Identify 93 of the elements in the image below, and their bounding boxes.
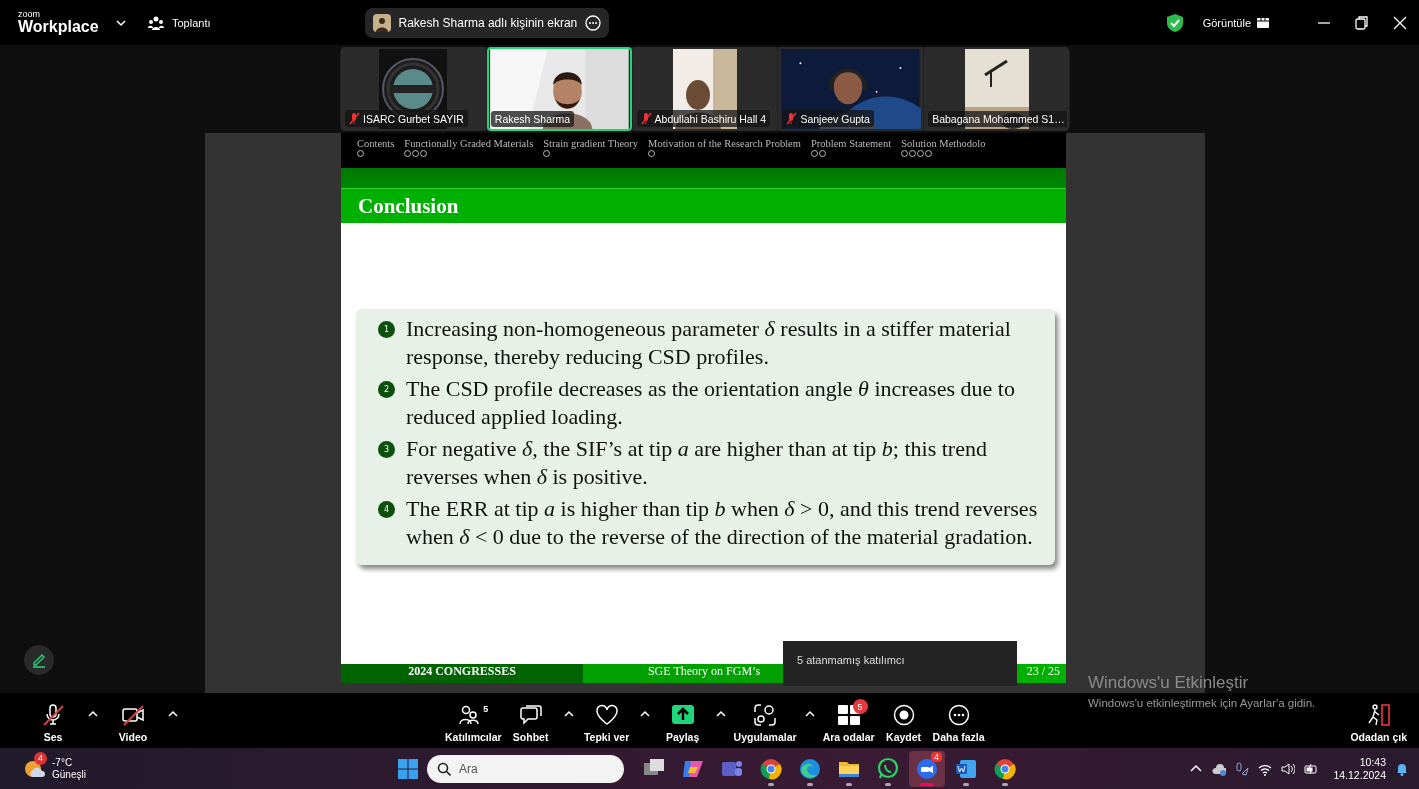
search-field[interactable]: Ara — [427, 754, 624, 783]
search-icon — [437, 761, 451, 776]
close-button[interactable] — [1392, 14, 1408, 31]
video-tile[interactable]: ISARC Gurbet SAYIR — [341, 47, 486, 131]
participant-name: ISARC Gurbet SAYIR — [363, 112, 464, 125]
bullet-number: 3 — [378, 441, 395, 458]
share-banner[interactable]: Rakesh Sharma adlı kişinin ekran — [364, 7, 610, 38]
video-tile[interactable]: Babagana Mohammed S1… — [924, 47, 1069, 131]
activation-title: Windows'u Etkinleştir — [1088, 673, 1250, 693]
chat-icon — [519, 704, 542, 726]
zoom-app-icon — [915, 756, 939, 781]
chrome-icon — [993, 756, 1017, 781]
whatsapp-icon — [876, 756, 900, 781]
breakout-rooms-button[interactable]: 5 Ara odalar — [822, 698, 875, 743]
notifications-button[interactable] — [1395, 761, 1409, 776]
pencil-icon — [31, 652, 47, 668]
battery-button[interactable] — [1304, 761, 1319, 776]
audio-button[interactable]: Ses — [28, 698, 78, 743]
tooltip: 5 atanmamış katılımcı — [783, 641, 1017, 686]
nav-section: Contents — [357, 138, 395, 149]
activation-text: Windows'u etkinleştirmek için Ayarlar'a gidin. — [1088, 697, 1316, 709]
weather-badge: 4 — [34, 751, 47, 765]
date: 14.12.2024 — [1333, 768, 1386, 782]
close-icon — [1392, 14, 1408, 31]
chat-button[interactable]: Sohbet — [505, 698, 556, 743]
taskbar-app[interactable]: 4 — [909, 750, 945, 787]
leave-button[interactable]: Odadan çık — [1350, 698, 1407, 743]
record-icon — [892, 704, 915, 726]
avatar-icon — [372, 13, 391, 32]
minimize-icon — [1318, 21, 1330, 24]
chrome-icon — [759, 756, 783, 781]
annotate-button[interactable] — [24, 645, 54, 675]
banner-text: Rakesh Sharma adlı kişinin ekran — [398, 15, 578, 30]
speaker-icon — [1281, 761, 1296, 776]
logo-title: Workplace — [18, 19, 100, 35]
clock[interactable]: 10:43 14.12.2024 — [1333, 755, 1386, 782]
notification-badge: 4 — [931, 751, 942, 762]
volume-button[interactable] — [1281, 761, 1296, 776]
nav-section: Strain gradient Theory — [543, 138, 639, 149]
weather-condition: Güneşli — [52, 768, 86, 781]
nav-section: Functionally Graded Materials — [404, 138, 534, 149]
apps-button[interactable]: Uygulamalar — [733, 698, 797, 743]
time: 10:43 — [1359, 755, 1386, 769]
nav-section: Solution Methodolo — [901, 138, 986, 149]
record-button[interactable]: Kaydet — [878, 698, 929, 743]
more-icon[interactable] — [585, 14, 602, 31]
participant-name: Sanjeev Gupta — [800, 112, 870, 125]
bullet-text: The CSD profile decreases as the orientation angle θ increases due to reduced applied loading. — [406, 375, 1016, 431]
video-button[interactable]: Video — [108, 698, 158, 743]
participant-name: Abdullahi Bashiru Hall 4 — [654, 112, 767, 125]
bullet-text: For negative δ, the SIF’s at tip a are higher than at tip b; this trend reverses when δ is positive. — [406, 435, 988, 491]
view-button[interactable]: Görüntüle — [1196, 15, 1275, 30]
more-icon — [947, 704, 970, 726]
participant-count: 5 — [483, 704, 489, 714]
shield-check-icon — [1166, 13, 1183, 32]
slide-title: Conclusion — [341, 188, 1066, 223]
bullet-number: 2 — [378, 381, 395, 398]
video-tile[interactable]: Sanjeev Gupta — [778, 47, 924, 131]
start-button[interactable] — [398, 758, 418, 779]
bullet-text: Increasing non-homogeneous parameter δ results in a stiffer material response, thereby reducing CSD profiles. — [406, 315, 1012, 371]
participants-button[interactable]: 5 Katılımcılar — [445, 698, 502, 743]
exit-icon — [1366, 704, 1391, 726]
bullet-number: 4 — [378, 501, 395, 518]
video-tile[interactable]: Abdullahi Bashiru Hall 4 — [632, 47, 778, 131]
bell-icon — [1395, 761, 1409, 776]
meeting-menu[interactable]: Toplantı — [148, 15, 211, 30]
restore-icon — [1354, 14, 1370, 31]
footer-text: 2024 CONGRESSES — [341, 664, 583, 683]
temperature: -7°C — [52, 756, 74, 769]
participant-name: Babagana Mohammed S1… — [932, 113, 1065, 125]
logo-text: zoom — [18, 10, 41, 19]
grid-icon — [1257, 17, 1269, 28]
share-icon — [671, 704, 694, 726]
more-button[interactable]: Daha fazla — [932, 698, 985, 743]
participant-name: Rakesh Sharma — [494, 113, 571, 125]
bullet-number: 1 — [378, 321, 395, 338]
people-icon — [458, 704, 481, 726]
restore-button[interactable] — [1354, 14, 1370, 31]
grid-icon — [837, 704, 860, 726]
onedrive-button[interactable] — [1212, 761, 1227, 776]
edge-icon — [798, 756, 822, 781]
bullet-text: The ERR at tip a is higher than tip b when δ > 0, and this trend reverses when δ < 0 due to the reverse of the direction of the material gradation. — [406, 495, 1039, 551]
battery-icon — [1304, 761, 1319, 776]
heart-icon — [595, 704, 618, 726]
reactions-button[interactable]: Tepki ver — [581, 698, 632, 743]
cloud-icon — [1212, 761, 1227, 776]
apps-icon — [754, 704, 777, 726]
share-button[interactable]: Paylaş — [657, 698, 708, 743]
people-icon — [148, 15, 164, 30]
video-tile[interactable]: Rakesh Sharma — [486, 47, 632, 131]
nav-section: Motivation of the Research Problem — [648, 138, 801, 149]
chevron-down-icon[interactable] — [116, 18, 126, 27]
nav-section: Problem Statement — [810, 138, 892, 149]
